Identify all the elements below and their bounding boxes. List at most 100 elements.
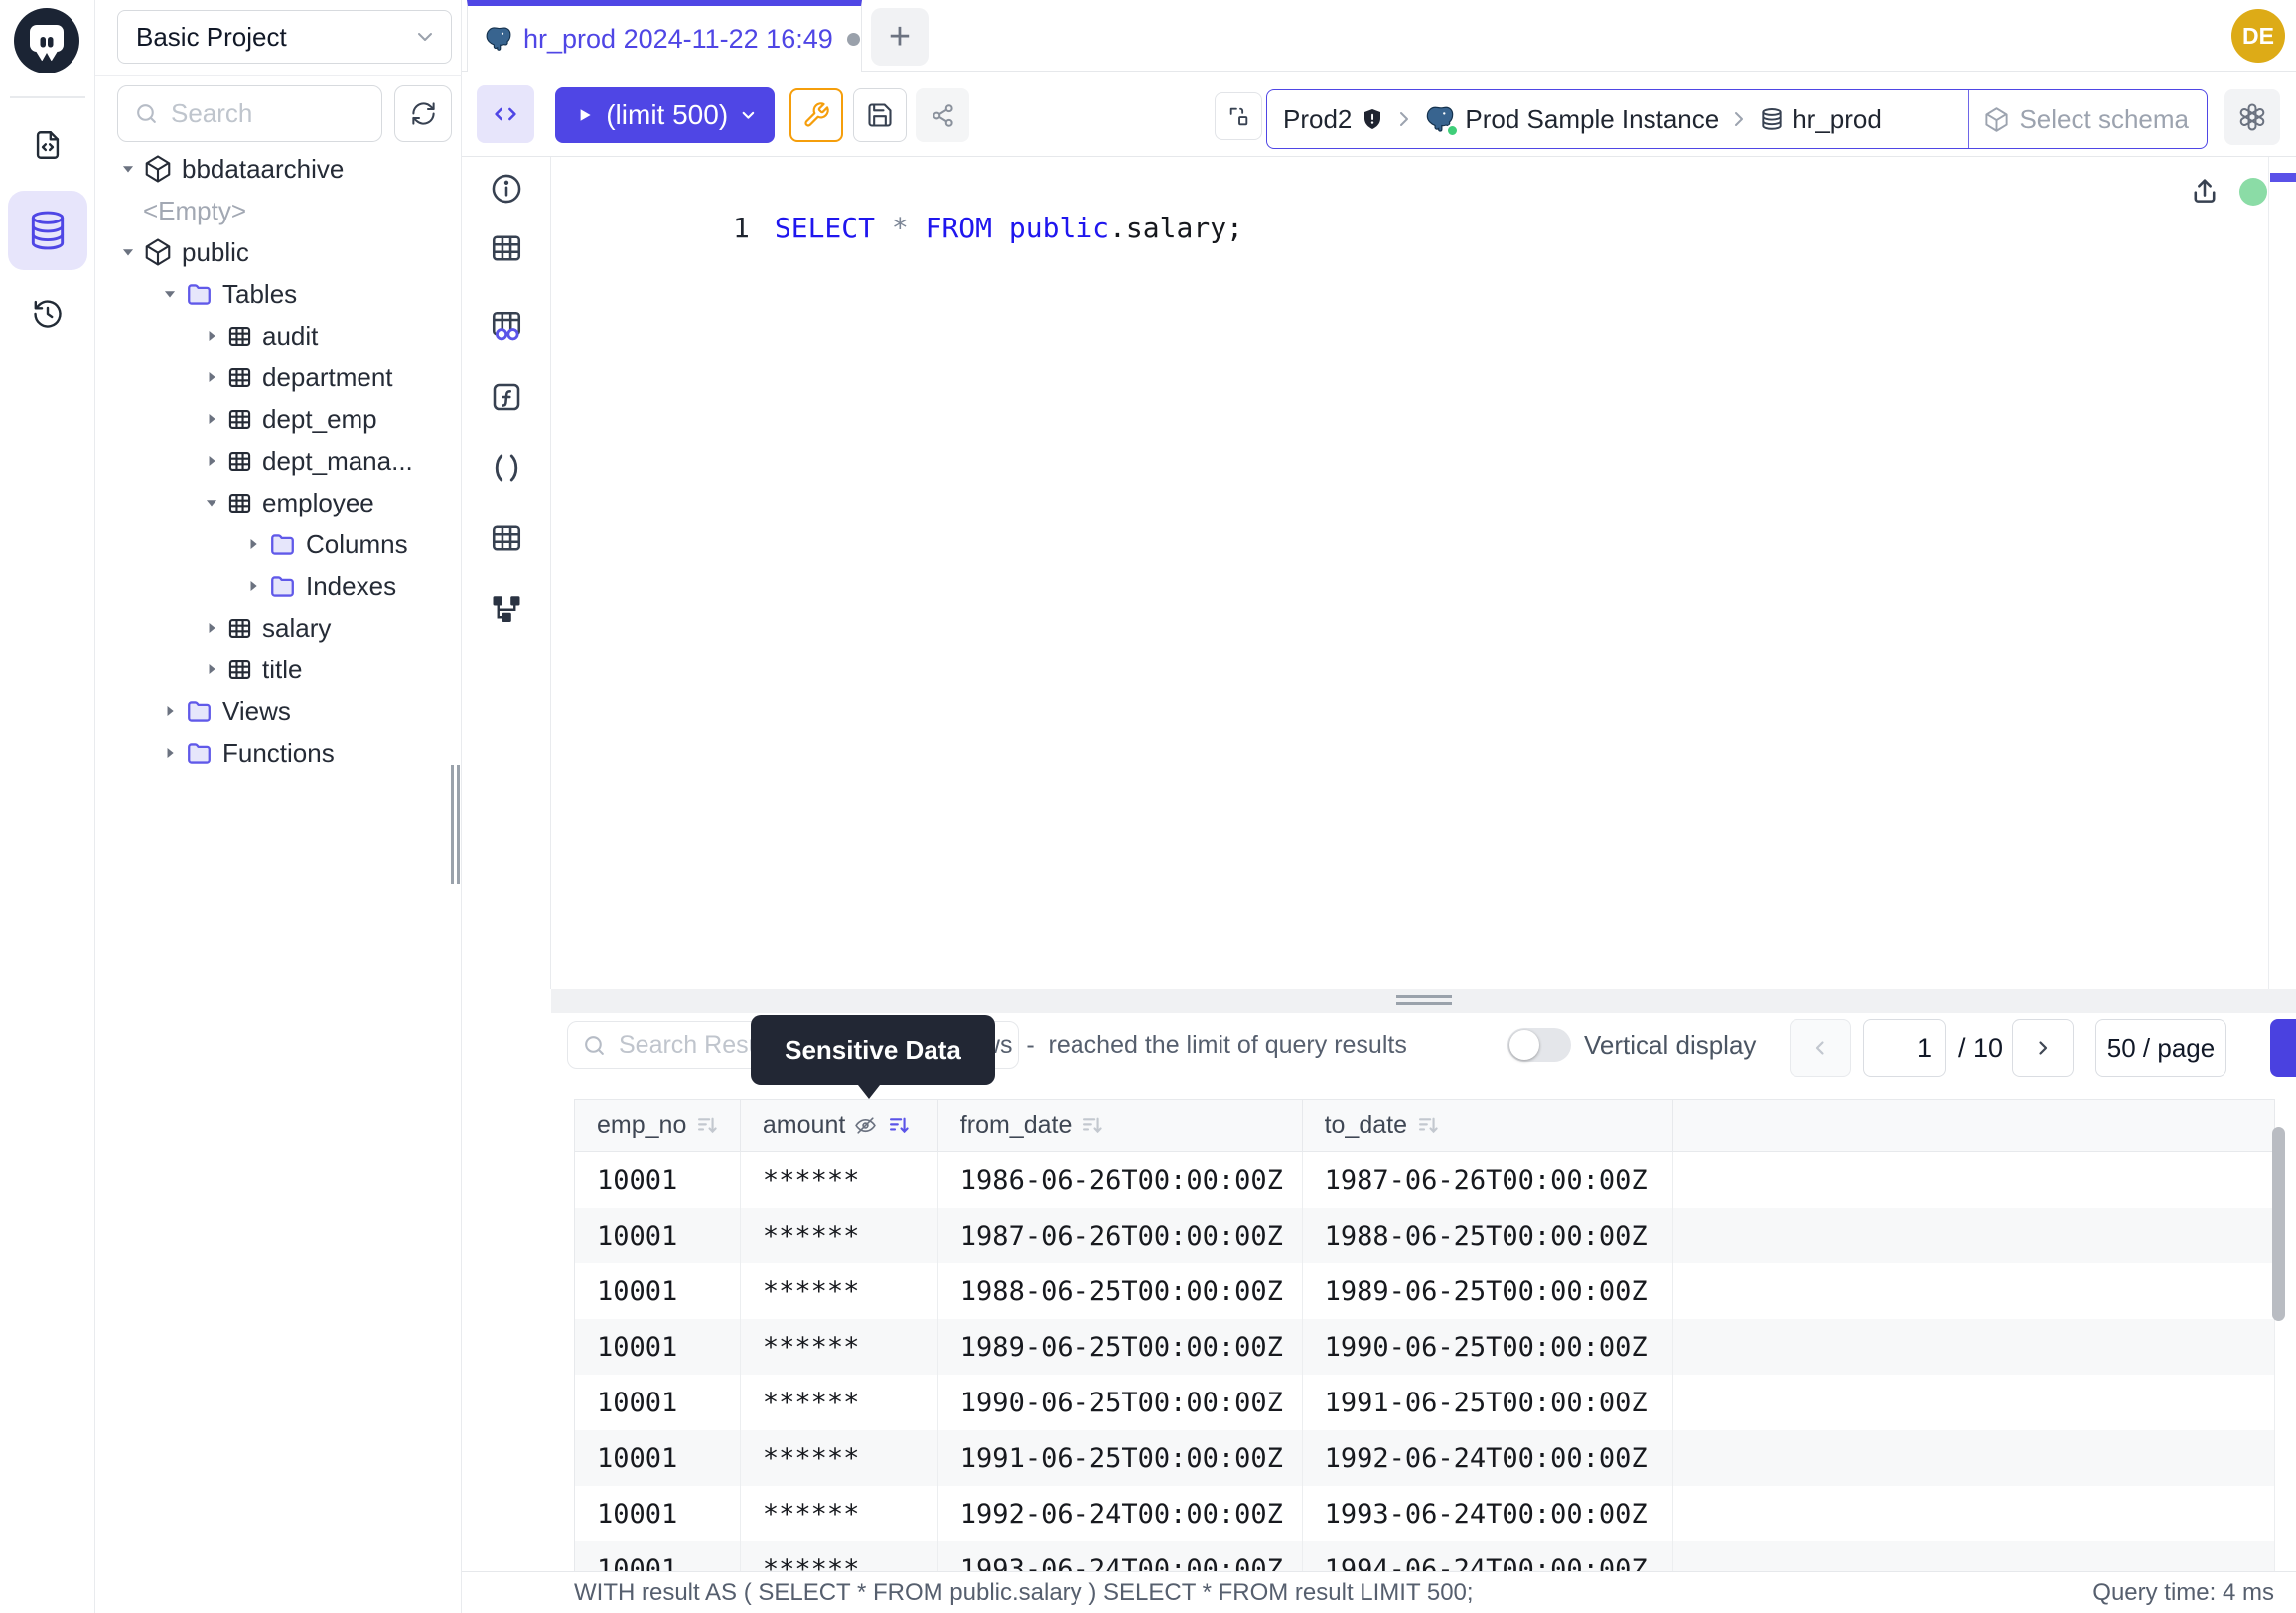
page-number-input[interactable] <box>1863 1019 1946 1077</box>
sensitive-data-icon[interactable] <box>489 308 524 344</box>
cell-to_date[interactable]: 1991-06-25T00:00:00Z <box>1303 1375 1674 1430</box>
vertical-display-toggle[interactable] <box>1507 1028 1571 1062</box>
splitter-grip[interactable] <box>1396 995 1452 1007</box>
cell-from_date[interactable]: 1993-06-24T00:00:00Z <box>938 1541 1303 1571</box>
sql-editor[interactable]: 1SELECT * FROM public.salary; <box>551 157 2296 989</box>
refresh-button[interactable] <box>394 85 452 142</box>
cell-to_date[interactable]: 1988-06-25T00:00:00Z <box>1303 1208 1674 1263</box>
caret-down-icon[interactable] <box>117 241 143 263</box>
cell-emp_no[interactable]: 10001 <box>575 1152 741 1208</box>
tree-item-tables[interactable]: Tables <box>95 273 462 315</box>
export-button[interactable] <box>2270 1019 2296 1077</box>
chevron-down-icon[interactable] <box>738 102 759 128</box>
tree-item-functions[interactable]: Functions <box>95 732 462 774</box>
cell-amount[interactable]: ****** <box>741 1152 938 1208</box>
tree-item-bbdataarchive[interactable]: bbdataarchive <box>95 148 462 190</box>
table-row[interactable]: 10001******1986-06-26T00:00:00Z1987-06-2… <box>575 1152 2275 1208</box>
column-header-from_date[interactable]: from_date <box>938 1100 1303 1151</box>
sort-icon[interactable] <box>886 1112 913 1139</box>
caret-right-icon[interactable] <box>242 533 268 555</box>
tree-item-dept-emp[interactable]: dept_emp <box>95 398 462 440</box>
save-button[interactable] <box>853 88 907 142</box>
user-avatar[interactable]: DE <box>2231 9 2285 63</box>
caret-right-icon[interactable] <box>201 617 226 639</box>
tree-item-empty[interactable]: <Empty> <box>95 190 462 231</box>
tree-item-title[interactable]: title <box>95 649 462 690</box>
bytebase-logo-icon[interactable] <box>14 8 79 73</box>
cell-to_date[interactable]: 1992-06-24T00:00:00Z <box>1303 1430 1674 1486</box>
table-row[interactable]: 10001******1988-06-25T00:00:00Z1989-06-2… <box>575 1263 2275 1319</box>
caret-right-icon[interactable] <box>201 367 226 388</box>
panel-resize-handle[interactable] <box>451 765 461 884</box>
cell-emp_no[interactable]: 10001 <box>575 1486 741 1541</box>
tree-search-input[interactable] <box>171 98 340 129</box>
caret-right-icon[interactable] <box>201 325 226 347</box>
info-icon[interactable] <box>489 171 524 207</box>
cell-from_date[interactable]: 1991-06-25T00:00:00Z <box>938 1430 1303 1486</box>
worksheet-nav-button[interactable] <box>20 117 75 173</box>
cell-from_date[interactable]: 1988-06-25T00:00:00Z <box>938 1263 1303 1319</box>
admin-mode-button[interactable] <box>789 88 843 142</box>
project-select[interactable]: Basic Project <box>117 10 452 64</box>
cell-to_date[interactable]: 1989-06-25T00:00:00Z <box>1303 1263 1674 1319</box>
tree-item-views[interactable]: Views <box>95 690 462 732</box>
tree-item-indexes[interactable]: Indexes <box>95 565 462 607</box>
caret-right-icon[interactable] <box>159 742 185 764</box>
cell-to_date[interactable]: 1987-06-26T00:00:00Z <box>1303 1152 1674 1208</box>
sort-icon[interactable] <box>694 1112 721 1139</box>
disconnect-button[interactable] <box>1215 92 1262 140</box>
schema-diagram-icon[interactable] <box>489 591 524 627</box>
cell-amount[interactable]: ****** <box>741 1430 938 1486</box>
schema-select[interactable]: Select schema <box>1968 90 2207 148</box>
cell-amount[interactable]: ****** <box>741 1208 938 1263</box>
tree-item-columns[interactable]: Columns <box>95 523 462 565</box>
table-row[interactable]: 10001******1987-06-26T00:00:00Z1988-06-2… <box>575 1208 2275 1263</box>
panel-splitter[interactable] <box>551 989 2296 1013</box>
cell-to_date[interactable]: 1994-06-24T00:00:00Z <box>1303 1541 1674 1571</box>
table-row[interactable]: 10001******1991-06-25T00:00:00Z1992-06-2… <box>575 1430 2275 1486</box>
table-row[interactable]: 10001******1989-06-25T00:00:00Z1990-06-2… <box>575 1319 2275 1375</box>
database-nav-button[interactable] <box>8 191 87 270</box>
caret-right-icon[interactable] <box>201 659 226 680</box>
cell-amount[interactable]: ****** <box>741 1319 938 1375</box>
sort-icon[interactable] <box>1079 1112 1106 1139</box>
cell-from_date[interactable]: 1987-06-26T00:00:00Z <box>938 1208 1303 1263</box>
tables-icon[interactable] <box>489 230 524 266</box>
cell-to_date[interactable]: 1993-06-24T00:00:00Z <box>1303 1486 1674 1541</box>
format-sql-button[interactable] <box>477 85 534 143</box>
add-tab-button[interactable]: + <box>871 8 929 66</box>
cell-amount[interactable]: ****** <box>741 1263 938 1319</box>
cell-emp_no[interactable]: 10001 <box>575 1541 741 1571</box>
column-header-amount[interactable]: amount <box>741 1100 938 1151</box>
ai-assistant-button[interactable] <box>2224 89 2280 145</box>
cell-emp_no[interactable]: 10001 <box>575 1208 741 1263</box>
tab-worksheet[interactable]: hr_prod 2024-11-22 16:49 <box>467 0 862 72</box>
results-scrollbar-thumb[interactable] <box>2272 1127 2285 1321</box>
tree-item-public[interactable]: public <box>95 231 462 273</box>
cell-emp_no[interactable]: 10001 <box>575 1263 741 1319</box>
upload-icon[interactable] <box>2188 175 2222 209</box>
caret-right-icon[interactable] <box>242 575 268 597</box>
sort-icon[interactable] <box>1415 1112 1442 1139</box>
cell-from_date[interactable]: 1992-06-24T00:00:00Z <box>938 1486 1303 1541</box>
instance-label[interactable]: Prod Sample Instance <box>1465 104 1719 135</box>
table-row[interactable]: 10001******1990-06-25T00:00:00Z1991-06-2… <box>575 1375 2275 1430</box>
page-size-select[interactable]: 50 / page <box>2095 1019 2226 1077</box>
table-row[interactable]: 10001******1992-06-24T00:00:00Z1993-06-2… <box>575 1486 2275 1541</box>
table-row[interactable]: 10001******1993-06-24T00:00:00Z1994-06-2… <box>575 1541 2275 1571</box>
cell-from_date[interactable]: 1989-06-25T00:00:00Z <box>938 1319 1303 1375</box>
tree-item-department[interactable]: department <box>95 357 462 398</box>
next-page-button[interactable] <box>2012 1019 2074 1077</box>
procedures-icon[interactable] <box>489 450 524 486</box>
cell-emp_no[interactable]: 10001 <box>575 1430 741 1486</box>
tree-item-dept-mana[interactable]: dept_mana... <box>95 440 462 482</box>
functions-icon[interactable] <box>489 379 524 415</box>
cell-from_date[interactable]: 1986-06-26T00:00:00Z <box>938 1152 1303 1208</box>
cell-amount[interactable]: ****** <box>741 1541 938 1571</box>
caret-down-icon[interactable] <box>117 158 143 180</box>
column-header-to_date[interactable]: to_date <box>1303 1100 1674 1151</box>
cell-emp_no[interactable]: 10001 <box>575 1375 741 1430</box>
caret-right-icon[interactable] <box>201 450 226 472</box>
prev-page-button[interactable] <box>1790 1019 1851 1077</box>
cell-to_date[interactable]: 1990-06-25T00:00:00Z <box>1303 1319 1674 1375</box>
